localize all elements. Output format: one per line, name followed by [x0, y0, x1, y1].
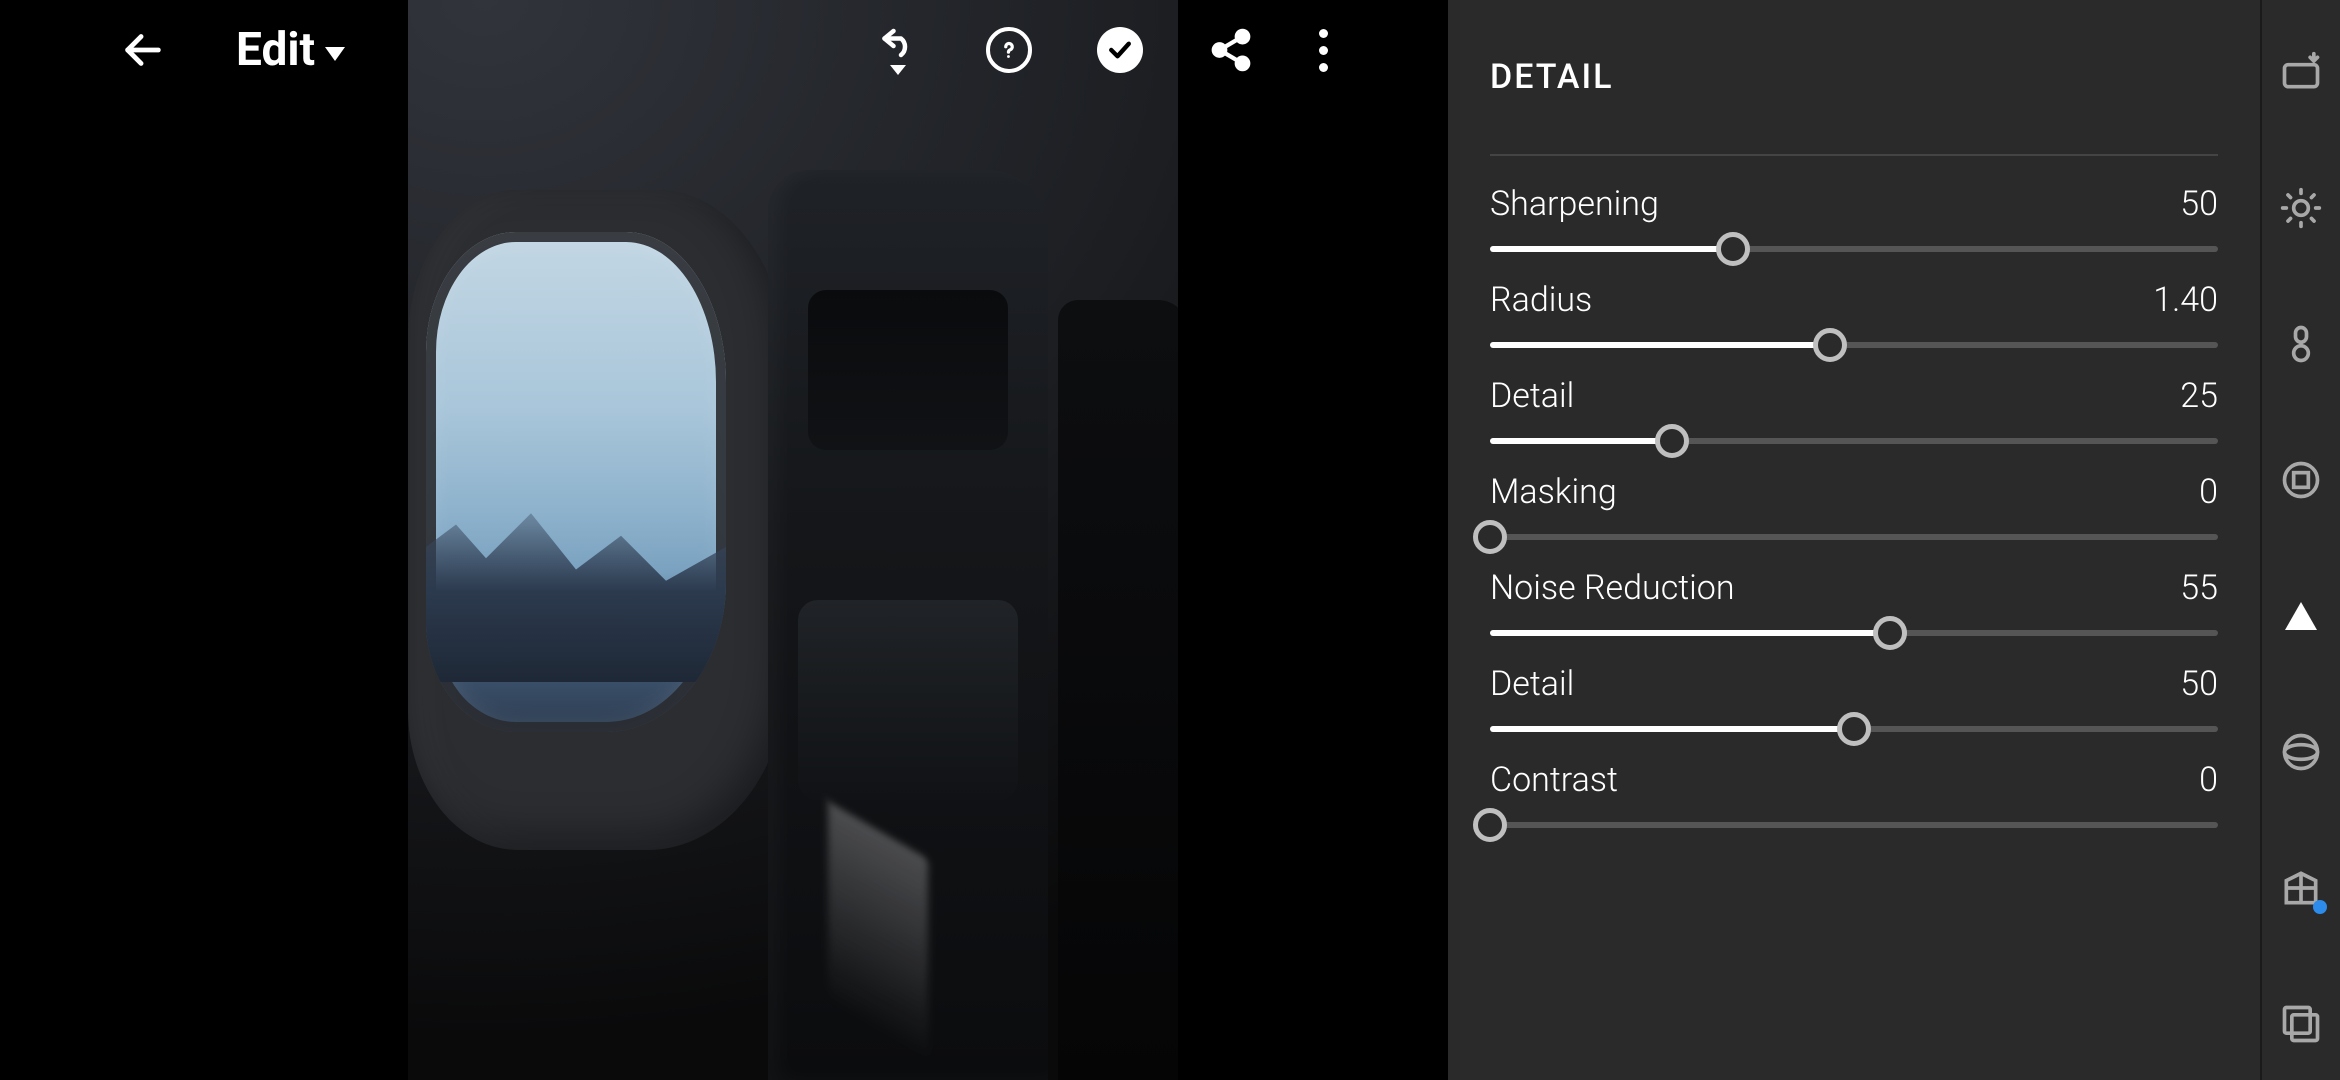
chevron-down-icon — [325, 47, 345, 61]
slider-label: Masking — [1490, 472, 1617, 512]
slider-value: 0 — [2199, 472, 2218, 512]
slider-label: Radius — [1490, 280, 1592, 320]
slider-thumb[interactable] — [1716, 232, 1750, 266]
slider-track[interactable] — [1490, 342, 2218, 348]
tool-rail — [2260, 0, 2340, 1080]
slider-thumb[interactable] — [1655, 424, 1689, 458]
back-button[interactable] — [120, 27, 166, 73]
slider-radius-1: Radius 1.40 — [1490, 280, 2218, 348]
mode-label: Edit — [236, 23, 315, 77]
help-button[interactable] — [986, 27, 1032, 73]
slider-track[interactable] — [1490, 822, 2218, 828]
mode-dropdown[interactable]: Edit — [236, 23, 345, 77]
slider-detail-5: Detail 50 — [1490, 664, 2218, 732]
slider-value: 25 — [2180, 376, 2218, 416]
top-toolbar: Edit — [0, 0, 1448, 100]
slider-value: 50 — [2180, 184, 2218, 224]
slider-thumb[interactable] — [1837, 712, 1871, 746]
more-button[interactable] — [1319, 29, 1328, 72]
slider-thumb[interactable] — [1813, 328, 1847, 362]
color-icon[interactable] — [2279, 322, 2323, 366]
versions-icon[interactable] — [2279, 1002, 2323, 1046]
slider-noise-reduction-4: Noise Reduction 55 — [1490, 568, 2218, 636]
slider-track[interactable] — [1490, 246, 2218, 252]
undo-button[interactable] — [875, 25, 921, 75]
slider-masking-3: Masking 0 — [1490, 472, 2218, 540]
slider-track[interactable] — [1490, 534, 2218, 540]
badge-dot — [2313, 900, 2327, 914]
slider-label: Detail — [1490, 376, 1574, 416]
panel-title: DETAIL — [1490, 0, 2218, 156]
slider-thumb[interactable] — [1473, 808, 1507, 842]
confirm-button[interactable] — [1097, 27, 1143, 73]
slider-detail-2: Detail 25 — [1490, 376, 2218, 444]
slider-value: 50 — [2180, 664, 2218, 704]
detail-icon[interactable] — [2279, 594, 2323, 638]
slider-track[interactable] — [1490, 726, 2218, 732]
slider-track[interactable] — [1490, 630, 2218, 636]
chevron-down-icon — [890, 65, 906, 75]
slider-track[interactable] — [1490, 438, 2218, 444]
slider-label: Contrast — [1490, 760, 1618, 800]
slider-thumb[interactable] — [1473, 520, 1507, 554]
geometry-icon[interactable] — [2279, 866, 2323, 910]
slider-thumb[interactable] — [1873, 616, 1907, 650]
optics-icon[interactable] — [2279, 730, 2323, 774]
light-icon[interactable] — [2279, 186, 2323, 230]
auto-icon[interactable] — [2279, 50, 2323, 94]
share-button[interactable] — [1208, 27, 1254, 73]
slider-value: 55 — [2180, 568, 2218, 608]
detail-panel: DETAIL Sharpening 50 Radius 1.40 Detail 25 Mas… — [1448, 0, 2260, 1080]
photo-preview[interactable] — [408, 0, 1178, 1080]
slider-contrast-6: Contrast 0 — [1490, 760, 2218, 828]
slider-value: 1.40 — [2153, 280, 2218, 320]
slider-sharpening-0: Sharpening 50 — [1490, 184, 2218, 252]
slider-label: Sharpening — [1490, 184, 1659, 224]
slider-label: Noise Reduction — [1490, 568, 1735, 608]
slider-label: Detail — [1490, 664, 1574, 704]
slider-value: 0 — [2199, 760, 2218, 800]
effects-icon[interactable] — [2279, 458, 2323, 502]
